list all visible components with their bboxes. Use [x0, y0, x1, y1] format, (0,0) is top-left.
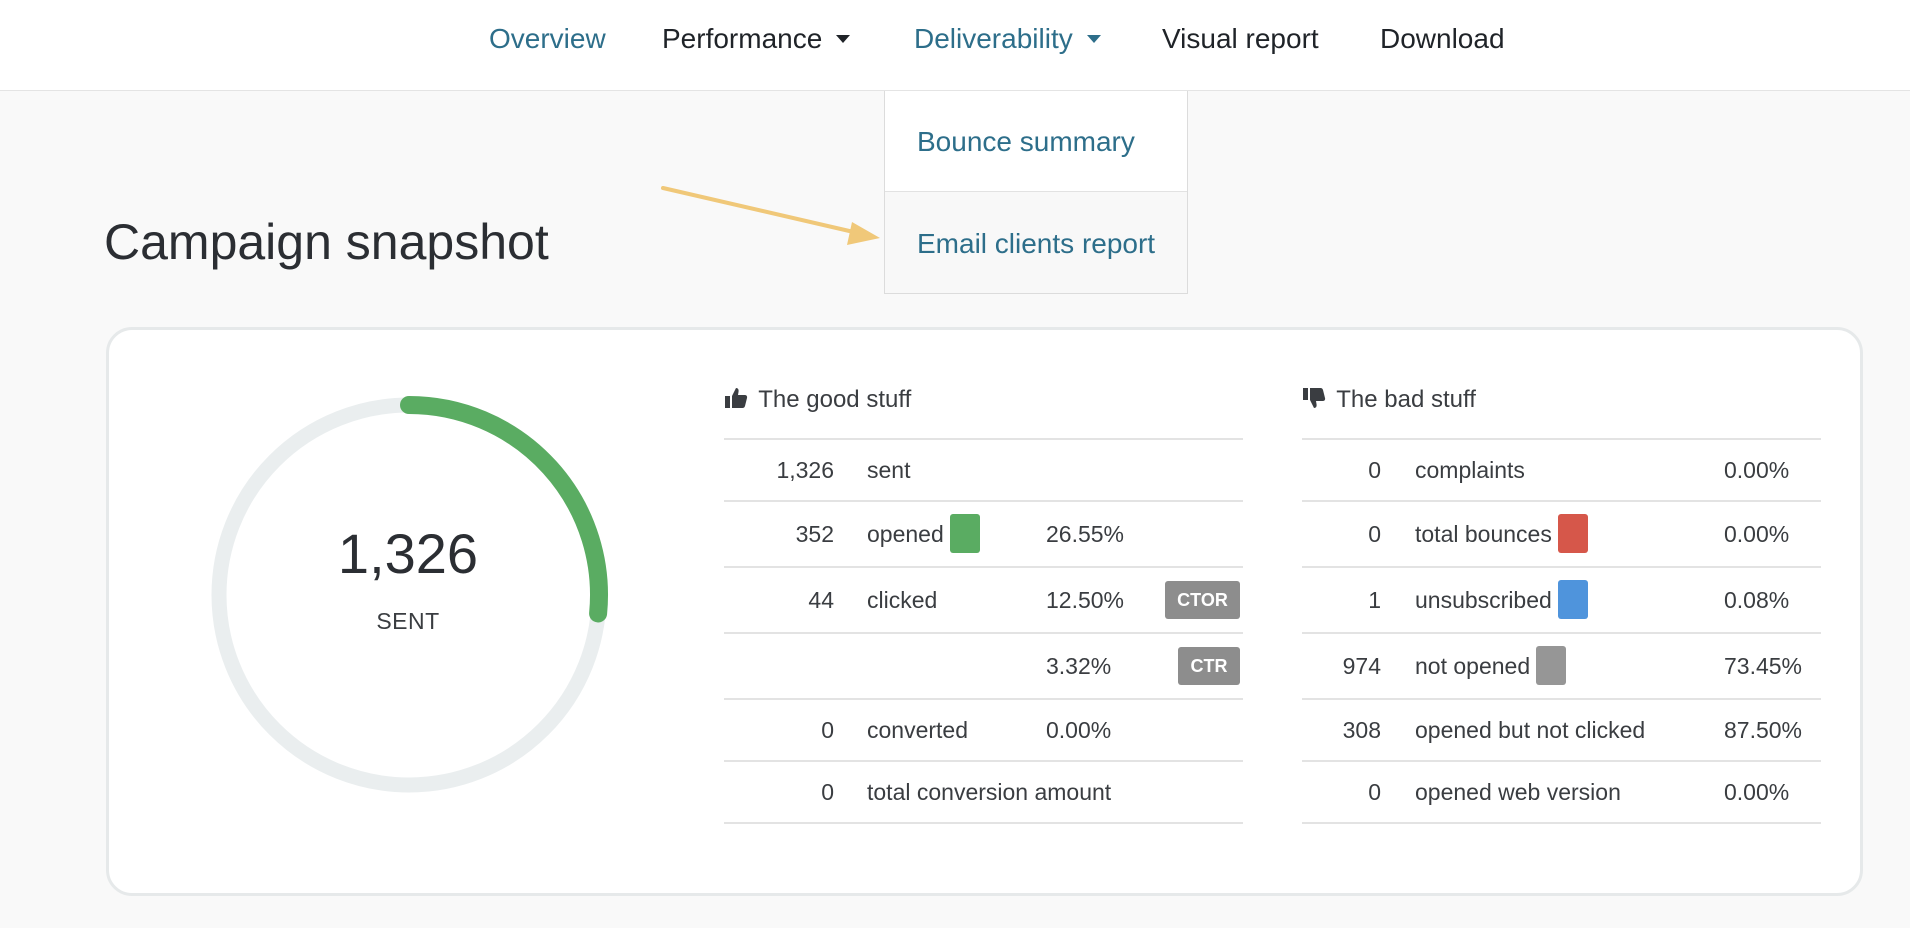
row-label: sent — [867, 457, 911, 483]
row-label-opened: opened — [867, 502, 980, 566]
chevron-down-icon — [1086, 35, 1101, 43]
row-label: clicked — [867, 587, 938, 613]
bad-stuff-heading: The bad stuff — [1302, 385, 1476, 415]
top-navigation: Overview Performance Deliverability Visu… — [0, 0, 1910, 91]
table-row: 3.32% CTR — [724, 634, 1243, 700]
nav-visual-report[interactable]: Visual report — [1162, 22, 1319, 56]
row-label: opened but not clicked — [1415, 717, 1646, 743]
thumbs-up-icon — [725, 388, 748, 408]
good-stuff-table: 1,326 sent 352 opened 26.55% 44 clicked … — [724, 438, 1243, 824]
sent-count: 1,326 — [337, 522, 479, 585]
row-label: unsubscribed — [1415, 587, 1552, 613]
row-label: not opened — [1415, 653, 1531, 679]
table-row: 352 opened 26.55% — [724, 502, 1243, 568]
row-count: 44 — [808, 587, 834, 613]
table-row: 0 total conversion amount — [724, 762, 1243, 824]
nav-overview[interactable]: Overview — [489, 22, 606, 56]
opened-color-swatch — [949, 514, 980, 554]
table-row: 0 total bounces 0.00% — [1302, 502, 1821, 568]
row-count: 974 — [1342, 653, 1381, 679]
row-label: complaints — [1415, 457, 1525, 483]
menu-item-bounce-summary[interactable]: Bounce summary — [885, 91, 1187, 192]
table-row: 1 unsubscribed 0.08% — [1302, 568, 1821, 634]
row-label: opened — [867, 521, 944, 547]
chevron-down-icon — [836, 35, 851, 43]
ctr-badge: CTR — [1178, 647, 1240, 685]
row-count: 0 — [1368, 521, 1381, 547]
row-count: 0 — [1368, 457, 1381, 483]
table-row: 1,326 sent — [724, 440, 1243, 502]
nav-download-label: Download — [1380, 23, 1505, 54]
nav-download[interactable]: Download — [1380, 22, 1505, 56]
nav-deliverability-label: Deliverability — [914, 23, 1073, 54]
row-count: 0 — [821, 717, 834, 743]
row-percent: 26.55% — [1046, 521, 1125, 547]
bad-stuff-title: The bad stuff — [1336, 386, 1476, 413]
table-row: 44 clicked 12.50% CTOR — [724, 568, 1243, 634]
row-percent: 87.50% — [1724, 717, 1803, 743]
nav-performance-label: Performance — [662, 23, 823, 54]
table-row: 0 converted 0.00% — [724, 700, 1243, 762]
table-row: 974 not opened 73.45% — [1302, 634, 1821, 700]
row-label: converted — [867, 717, 969, 743]
row-percent: 0.00% — [1724, 457, 1790, 483]
row-percent: 73.45% — [1724, 653, 1803, 679]
row-count: 1,326 — [776, 457, 834, 483]
page-title: Campaign snapshot — [104, 214, 549, 270]
row-label: total bounces — [1415, 521, 1552, 547]
thumbs-down-icon — [1303, 388, 1326, 408]
row-label: opened web version — [1415, 779, 1621, 805]
row-count: 352 — [795, 521, 834, 547]
menu-item-email-clients-report[interactable]: Email clients report — [885, 193, 1187, 294]
table-row: 0 complaints 0.00% — [1302, 440, 1821, 502]
row-label-bounces: total bounces — [1415, 502, 1588, 566]
deliverability-dropdown: Bounce summary Email clients report — [884, 91, 1188, 294]
table-row: 308 opened but not clicked 87.50% — [1302, 700, 1821, 762]
good-stuff-title: The good stuff — [758, 386, 912, 413]
nav-deliverability[interactable]: Deliverability — [914, 22, 1101, 56]
ctor-badge: CTOR — [1165, 581, 1240, 619]
good-stuff-heading: The good stuff — [724, 385, 911, 415]
sent-donut-chart — [211, 396, 608, 793]
row-count: 0 — [821, 779, 834, 805]
unsubscribed-color-swatch — [1557, 580, 1588, 620]
row-label-not-opened: not opened — [1415, 634, 1567, 698]
bounces-color-swatch — [1557, 514, 1588, 554]
row-percent: 0.08% — [1724, 587, 1790, 613]
row-label-unsubscribed: unsubscribed — [1415, 568, 1588, 632]
not-opened-color-swatch — [1536, 646, 1567, 686]
row-label: total conversion amount — [867, 779, 1112, 805]
row-percent: 0.00% — [1724, 779, 1790, 805]
sent-label: SENT — [376, 608, 440, 634]
nav-visual-report-label: Visual report — [1162, 23, 1319, 54]
row-count: 0 — [1368, 779, 1381, 805]
row-count: 1 — [1368, 587, 1381, 613]
nav-overview-label: Overview — [489, 23, 606, 54]
table-row: 0 opened web version 0.00% — [1302, 762, 1821, 824]
row-percent: 3.32% — [1046, 653, 1112, 679]
row-count: 308 — [1342, 717, 1381, 743]
row-percent: 0.00% — [1046, 717, 1112, 743]
bad-stuff-table: 0 complaints 0.00% 0 total bounces 0.00%… — [1302, 438, 1821, 824]
row-percent: 12.50% — [1046, 587, 1125, 613]
nav-performance[interactable]: Performance — [662, 22, 851, 56]
row-percent: 0.00% — [1724, 521, 1790, 547]
